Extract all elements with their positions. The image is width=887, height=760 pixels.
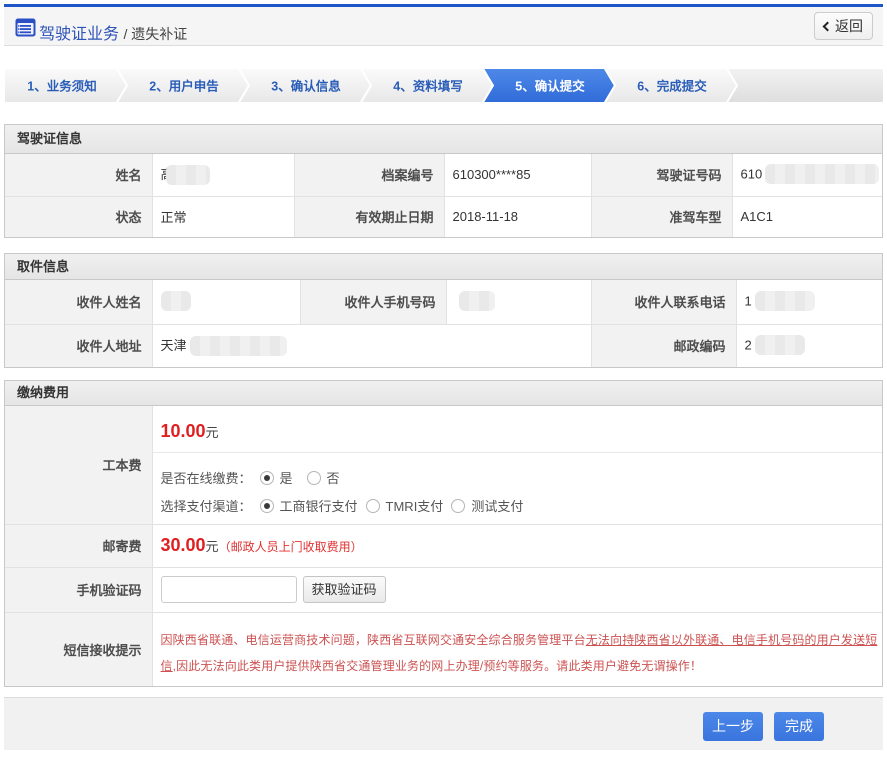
svg-text:6、完成提交: 6、完成提交 <box>637 79 707 94</box>
svg-text:1、业务须知: 1、业务须知 <box>27 79 96 94</box>
svg-text:5、确认提交: 5、确认提交 <box>515 79 585 94</box>
svg-text:2、用户申告: 2、用户申告 <box>149 79 219 94</box>
svg-text:3、确认信息: 3、确认信息 <box>271 79 341 94</box>
svg-text:4、资料填写: 4、资料填写 <box>393 79 462 94</box>
